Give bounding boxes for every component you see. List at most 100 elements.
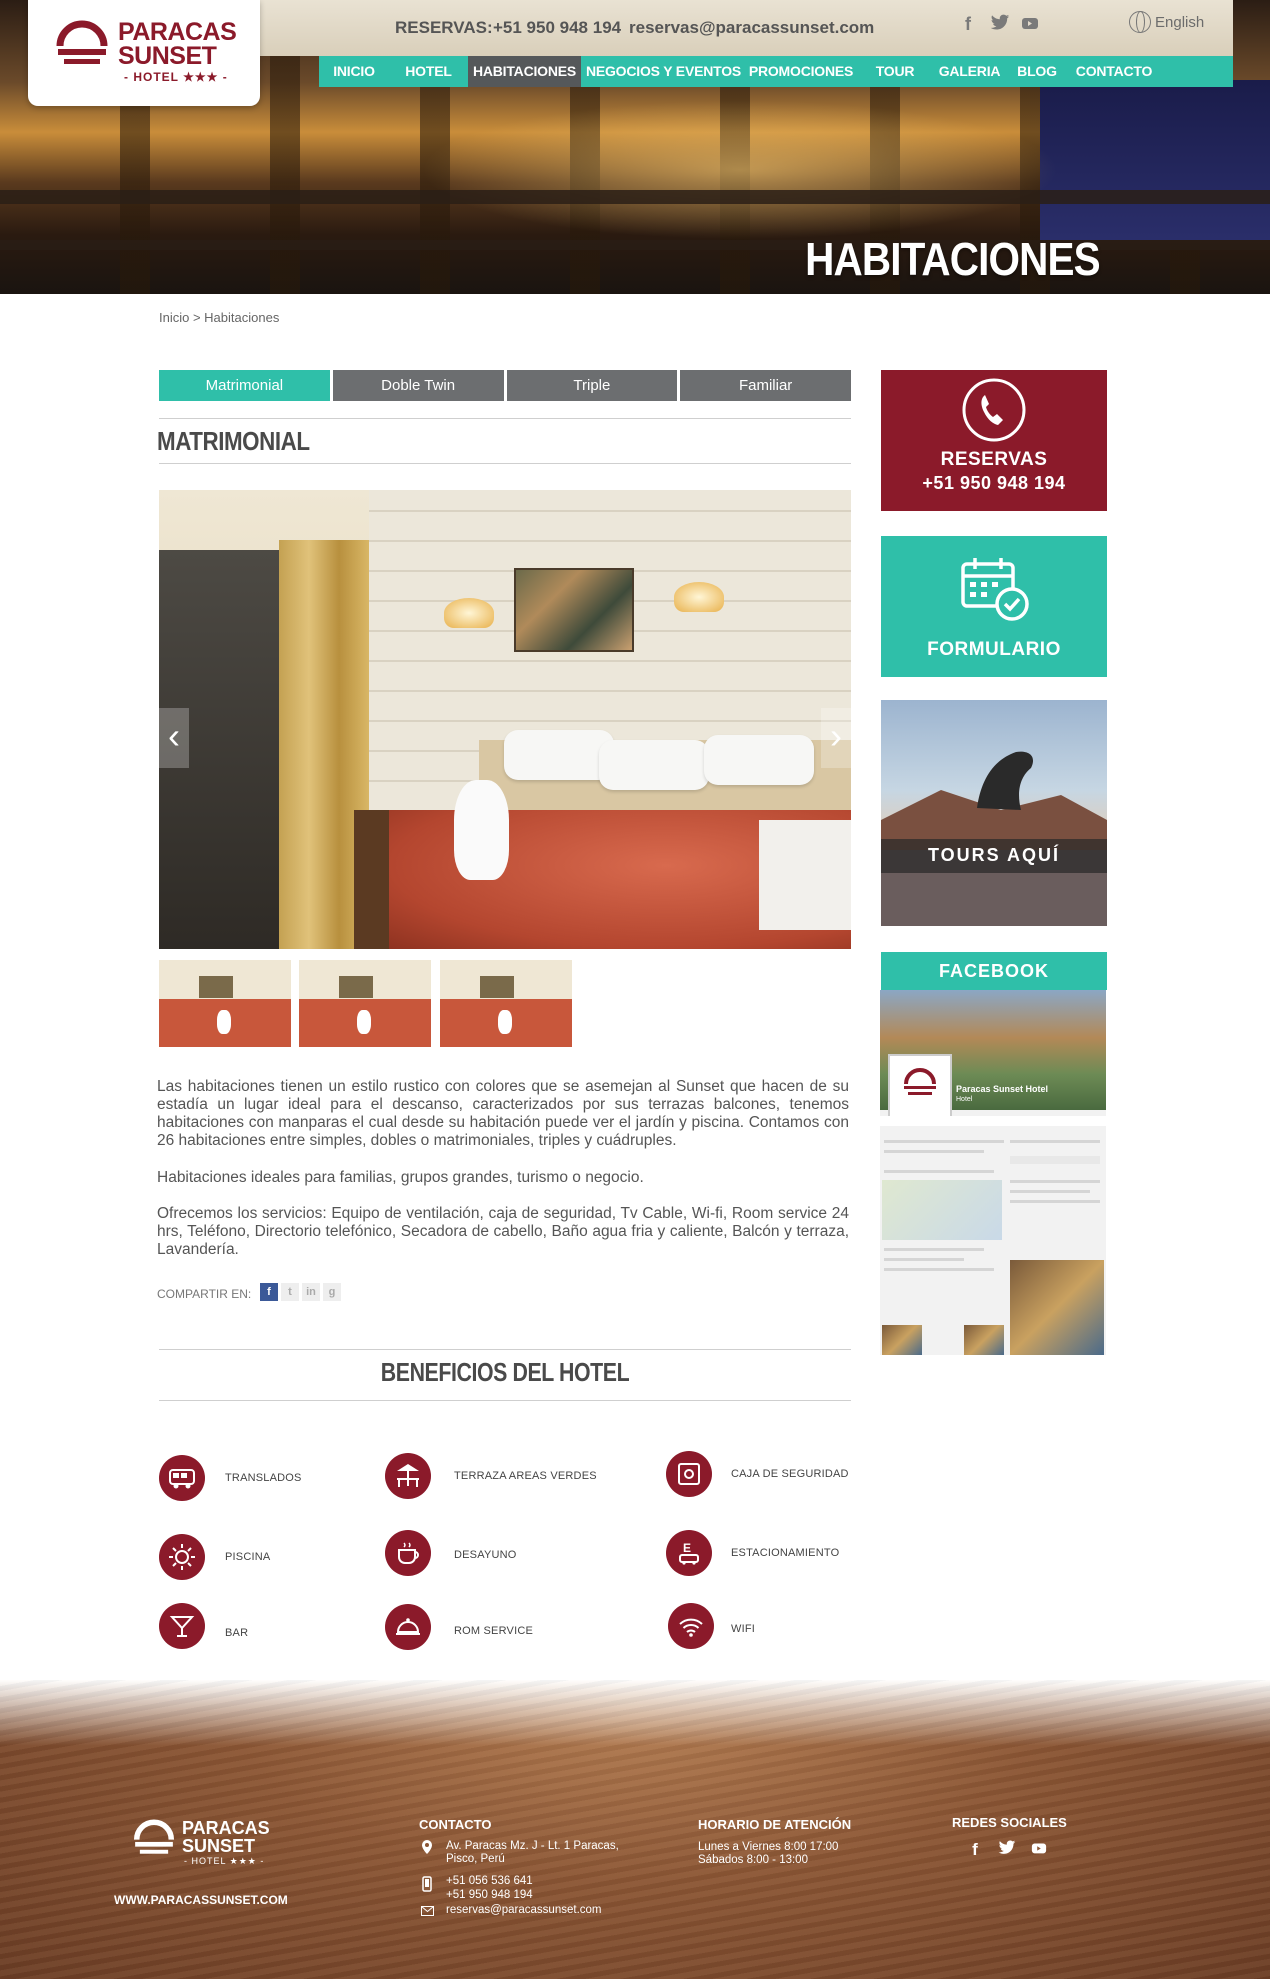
terrace-icon (385, 1453, 431, 1499)
van-icon (159, 1455, 205, 1501)
wifi-icon (668, 1603, 714, 1649)
facebook-widget[interactable]: Paracas Sunset Hotel Hotel (880, 990, 1106, 1355)
nav-item-contacto[interactable]: CONTACTO (1069, 56, 1159, 87)
logo-text-sunset: SUNSET (118, 42, 217, 70)
thumbnail-2[interactable] (299, 960, 431, 1047)
tab-triple[interactable]: Triple (506, 370, 678, 401)
footer-horario-title: HORARIO DE ATENCIÓN (698, 1817, 852, 1832)
room-description: Habitaciones ideales para familias, grup… (157, 1169, 644, 1186)
benefit-label: DESAYUNO (454, 1549, 517, 1561)
sun-icon (159, 1534, 205, 1580)
cocktail-icon (159, 1603, 205, 1649)
towel-swan (454, 780, 509, 880)
sun-logo-icon (56, 20, 108, 64)
footer-horario-line1: Lunes a Viernes 8:00 17:00 (698, 1841, 839, 1853)
divider (159, 463, 851, 464)
logo-text-sunset: SUNSET (182, 1836, 256, 1856)
tab-matrimonial[interactable]: Matrimonial (159, 370, 330, 401)
reservas-phone[interactable]: +51 950 948 194 (493, 18, 621, 38)
twitter-icon[interactable]: t (281, 1283, 299, 1301)
footer-website[interactable]: WWW.PARACASSUNSET.COM (114, 1893, 288, 1907)
benefit-label: CAJA DE SEGURIDAD (731, 1468, 849, 1480)
divider (159, 1400, 851, 1401)
youtube-icon[interactable] (1020, 14, 1040, 34)
facebook-page-type: Hotel (956, 1096, 973, 1103)
benefit-label: WIFI (731, 1623, 756, 1635)
slider-next-button[interactable]: › (821, 708, 851, 768)
reservas-title: RESERVAS (940, 449, 1048, 470)
safe-icon (666, 1451, 712, 1497)
painting (514, 568, 634, 652)
tours-banner[interactable]: TOURS AQUÍ (881, 700, 1107, 926)
benefit-label: PISCINA (225, 1551, 271, 1563)
nav-item-habitaciones[interactable]: HABITACIONES (468, 56, 581, 87)
benefit-label: BAR (225, 1627, 249, 1639)
benefit-label: ESTACIONAMIENTO (731, 1547, 840, 1559)
reservas-email[interactable]: reservas@paracassunset.com (629, 18, 874, 38)
breadcrumb[interactable]: Inicio > Habitaciones (159, 310, 279, 325)
mobile-phone-icon (420, 1876, 434, 1895)
nav-item-tour[interactable]: TOUR (856, 56, 934, 87)
benefits-title: BENEFICIOS DEL HOTEL (380, 1357, 630, 1387)
logo-text-hotel: - HOTEL ★★★ - (184, 1856, 265, 1866)
benefit-label: TERRAZA AREAS VERDES (454, 1470, 597, 1482)
language-switch[interactable]: English (1129, 11, 1204, 33)
facebook-page-logo (888, 1054, 952, 1118)
facebook-title: FACEBOOK (938, 961, 1049, 981)
logo-text-hotel: - HOTEL ★★★ - (124, 70, 228, 84)
room-description: Las habitaciones tienen un estilo rustic… (157, 1078, 849, 1149)
footer-logo[interactable]: PARACAS SUNSET - HOTEL ★★★ - (132, 1816, 282, 1866)
divider (159, 418, 851, 419)
divider (159, 1349, 851, 1350)
globe-icon (1129, 11, 1151, 33)
nav-item-blog[interactable]: BLOG (1005, 56, 1069, 87)
nav-item-galeria[interactable]: GALERIA (934, 56, 1005, 87)
hero-title: HABITACIONES (805, 233, 1100, 285)
svg-text:E: E (683, 1541, 691, 1555)
slider-prev-button[interactable]: ‹ (159, 708, 189, 768)
facebook-icon[interactable]: f (964, 1840, 986, 1860)
room-tabs: Matrimonial Doble Twin Triple Familiar (159, 370, 851, 401)
calendar-check-icon (961, 558, 1029, 621)
main-nav: INICIO HOTEL HABITACIONES NEGOCIOS Y EVE… (319, 56, 1233, 87)
header-logo[interactable]: PARACAS SUNSET - HOTEL ★★★ - (28, 0, 260, 106)
footer-address-line2: Pisco, Perú (446, 1853, 505, 1865)
footer-phone-1[interactable]: +51 056 536 641 (446, 1875, 533, 1888)
share-label: COMPARTIR EN: (157, 1287, 252, 1301)
nav-item-negocios[interactable]: NEGOCIOS Y EVENTOS (581, 56, 746, 87)
nav-item-hotel[interactable]: HOTEL (389, 56, 468, 87)
facebook-icon[interactable]: f (958, 14, 978, 34)
sea-lion-image (881, 751, 1107, 926)
sun-logo-icon (133, 1819, 175, 1854)
linkedin-icon[interactable]: in (302, 1283, 320, 1301)
tab-familiar[interactable]: Familiar (680, 370, 851, 401)
footer-email[interactable]: reservas@paracassunset.com (446, 1904, 602, 1917)
cloche-icon (385, 1604, 431, 1650)
phone-icon (962, 378, 1026, 442)
youtube-icon[interactable] (1028, 1840, 1050, 1861)
benefit-label: ROM SERVICE (454, 1625, 534, 1637)
thumbnail-1[interactable] (159, 960, 291, 1047)
reservas-label: RESERVAS: (395, 18, 493, 37)
reservas-box[interactable]: RESERVAS +51 950 948 194 (881, 370, 1107, 511)
twitter-icon[interactable] (990, 14, 1010, 34)
reservas-phone-box: +51 950 948 194 (922, 473, 1066, 493)
footer-phone-2[interactable]: +51 950 948 194 (446, 1889, 533, 1902)
facebook-icon[interactable]: f (260, 1283, 278, 1301)
googleplus-icon[interactable]: g (323, 1283, 341, 1301)
nav-item-inicio[interactable]: INICIO (319, 56, 389, 87)
benefit-label: TRANSLADOS (225, 1472, 302, 1484)
room-photo-slider: ‹ › (159, 490, 851, 949)
twitter-icon[interactable] (996, 1840, 1018, 1861)
footer-contacto-title: CONTACTO (419, 1817, 492, 1832)
nav-item-promociones[interactable]: PROMOCIONES (746, 56, 856, 87)
coffee-icon (385, 1530, 431, 1576)
parking-icon: E (666, 1530, 712, 1576)
formulario-box[interactable]: FORMULARIO (881, 536, 1107, 677)
thumbnail-3[interactable] (440, 960, 572, 1047)
footer-address-line1: Av. Paracas Mz. J - Lt. 1 Paracas, (446, 1840, 619, 1852)
envelope-icon (420, 1905, 434, 1919)
room-description: Ofrecemos los servicios: Equipo de venti… (157, 1205, 849, 1258)
formulario-title: FORMULARIO (927, 639, 1061, 660)
tab-doble-twin[interactable]: Doble Twin (332, 370, 504, 401)
